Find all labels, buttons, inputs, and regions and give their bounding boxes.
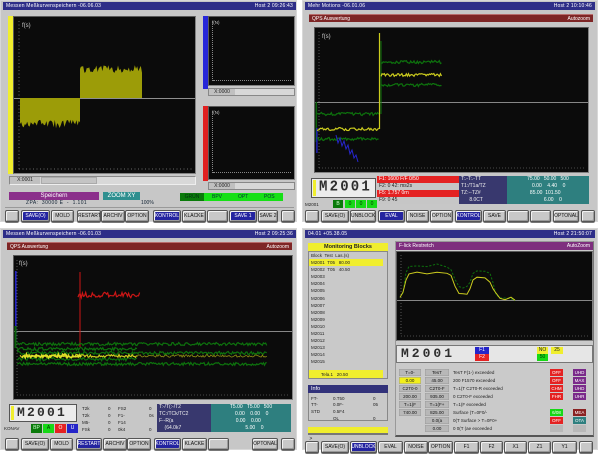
svg-text:f(s): f(s) — [322, 34, 331, 40]
svg-text:f(s): f(s) — [22, 23, 31, 29]
svg-text:f(s): f(s) — [19, 261, 28, 267]
